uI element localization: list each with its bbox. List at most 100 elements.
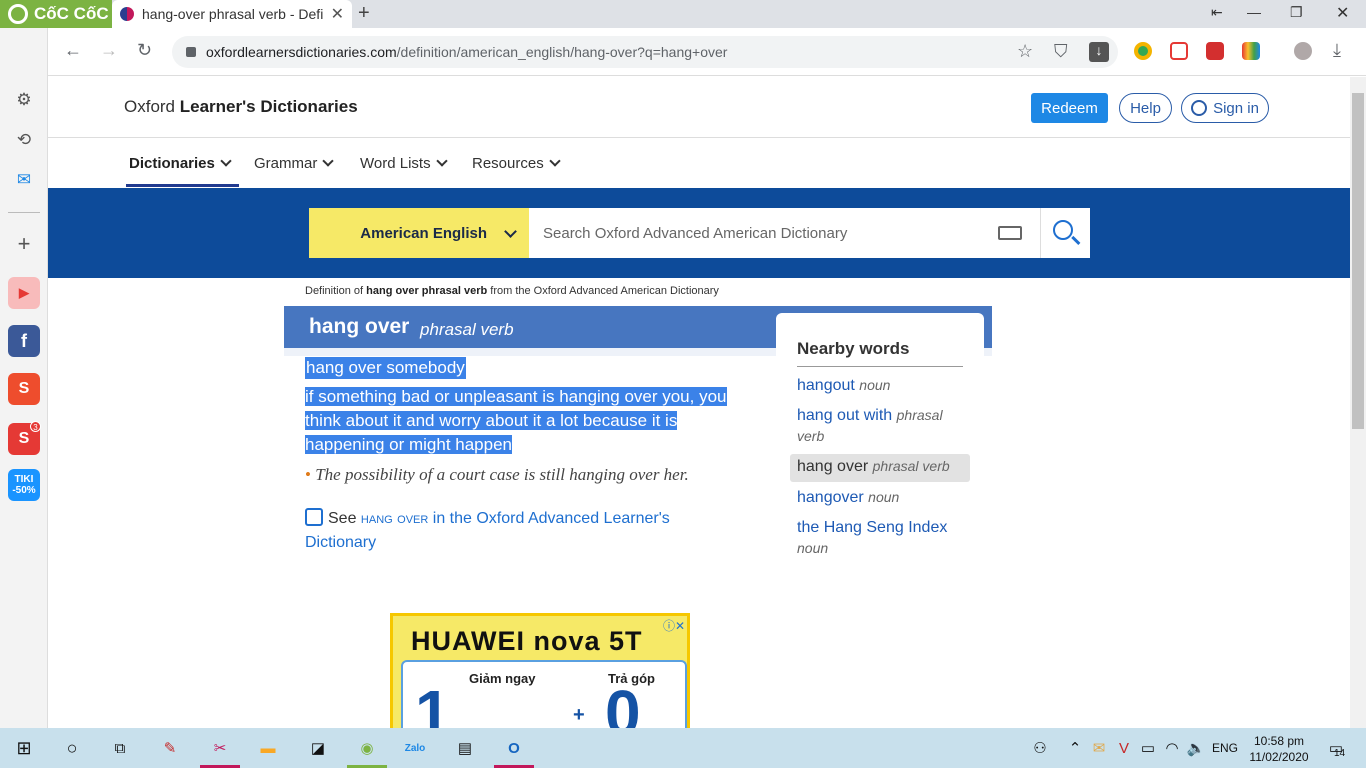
search-input[interactable]: Search Oxford Advanced American Dictiona… — [529, 208, 1040, 258]
search-button[interactable] — [1040, 208, 1090, 258]
redeem-button[interactable]: Redeem — [1031, 93, 1108, 123]
outlook-icon[interactable]: O — [502, 736, 526, 760]
search-icon — [1053, 220, 1073, 240]
browser-brand: CốC CốC — [34, 4, 109, 23]
close-tab-icon[interactable]: ✕ — [331, 4, 344, 24]
clock-date: 11/02/2020 — [1249, 750, 1309, 764]
def-source-word: hang over phrasal verb — [366, 285, 488, 297]
nav-word-lists[interactable]: Word Lists — [360, 155, 446, 172]
definition-line: if something bad or unpleasant is hangin… — [305, 387, 727, 406]
nearby-word-pos: noun — [797, 540, 829, 556]
url-path: /definition/american_english/hang-over?q… — [396, 44, 728, 60]
people-icon[interactable]: ⚇ — [1028, 736, 1052, 760]
nav-dictionaries[interactable]: Dictionaries — [129, 155, 230, 172]
coccoc-taskbar-icon[interactable]: ◉ — [355, 736, 379, 760]
input-language[interactable]: ENG — [1212, 741, 1238, 755]
ad-close-icon[interactable]: ⓘ✕ — [663, 617, 685, 634]
dictionary-selector-label: American English — [360, 224, 487, 242]
zalo-icon[interactable]: Zalo — [403, 736, 427, 760]
download-page-icon[interactable]: ↓ — [1089, 42, 1109, 62]
nearby-word-pos: noun — [859, 377, 891, 393]
web-page: Oxford Learner's Dictionaries Redeem Hel… — [48, 77, 1350, 728]
site-brand[interactable]: Oxford Learner's Dictionaries — [124, 97, 358, 117]
dictionary-selector[interactable]: American English — [309, 208, 529, 258]
ad-big-right: 0 — [605, 677, 641, 728]
scrollbar-thumb[interactable] — [1352, 93, 1364, 429]
messenger-icon[interactable]: ✉ — [12, 168, 36, 192]
file-explorer-icon[interactable]: ▬ — [256, 736, 280, 760]
coccoc-logo[interactable]: CốC CốC — [0, 0, 112, 28]
chevron-down-icon — [504, 225, 517, 238]
facebook-icon[interactable]: f — [8, 325, 40, 357]
ad-left-label: Giảm ngay — [469, 671, 536, 686]
nearby-word-pos: phrasal verb — [872, 458, 950, 474]
youtube-icon[interactable]: ▶ — [8, 277, 40, 309]
profile-avatar[interactable] — [1294, 42, 1312, 60]
windows-start-icon[interactable]: ⊞ — [12, 736, 36, 760]
reload-icon[interactable]: ↻ — [137, 40, 152, 61]
close-window-icon[interactable]: ✕ — [1336, 3, 1349, 23]
bookmark-star-icon[interactable]: ☆ — [1017, 41, 1033, 62]
nearby-word-item[interactable]: hang out with phrasal verb — [797, 405, 967, 447]
notifications-count: 14 — [1334, 748, 1346, 759]
search-circle-icon[interactable]: ○ — [60, 736, 84, 760]
snipping-app-icon[interactable]: ✂ — [208, 736, 232, 760]
page-scrollbar[interactable] — [1350, 77, 1366, 728]
shopee-icon[interactable]: S — [8, 373, 40, 405]
task-view-icon[interactable]: ⧉ — [108, 736, 132, 760]
sendo-badge: 3 — [30, 421, 41, 432]
maximize-icon[interactable]: ❐ — [1290, 4, 1303, 21]
nearby-words-title: Nearby words — [797, 339, 910, 358]
nearby-word-item[interactable]: the Hang Seng Index noun — [797, 517, 967, 559]
nav-active-indicator — [126, 184, 239, 187]
keyboard-icon[interactable] — [998, 226, 1022, 240]
minimize-icon[interactable]: — — [1247, 4, 1261, 20]
ad-brand: HUAWEI nova 5T — [411, 626, 643, 656]
address-bar[interactable]: oxfordlearnersdictionaries.com/definitio… — [172, 36, 1118, 68]
nav-resources[interactable]: Resources — [472, 155, 559, 172]
nearby-word-item[interactable]: hangout noun — [797, 377, 890, 395]
headword: hang over — [309, 315, 410, 338]
vietkey-icon[interactable]: V — [1112, 736, 1136, 760]
search-icon-handle — [1071, 235, 1081, 245]
example-bullet: • — [305, 465, 316, 484]
nav-grammar[interactable]: Grammar — [254, 155, 332, 172]
see-word-link[interactable]: hang over — [361, 510, 428, 527]
help-button[interactable]: Help — [1119, 93, 1172, 123]
extension-chrome-icon[interactable] — [1134, 42, 1152, 60]
nearby-word-item[interactable]: hangover noun — [797, 489, 899, 507]
back-icon[interactable]: ← — [64, 40, 82, 61]
new-tab-icon[interactable]: + — [358, 2, 370, 25]
url-host: oxfordlearnersdictionaries.com — [206, 44, 397, 60]
nearby-word: the Hang Seng Index — [797, 519, 948, 536]
forward-icon[interactable]: → — [100, 40, 118, 61]
nearby-word-item-current[interactable]: hang over phrasal verb — [797, 458, 950, 476]
sticky-notes-icon[interactable]: ◪ — [306, 736, 330, 760]
tab-title: hang-over phrasal verb - Defi — [142, 6, 323, 22]
see-also[interactable]: See hang over in the Oxford Advanced Lea… — [305, 507, 725, 555]
extension-color-icon[interactable] — [1242, 42, 1260, 60]
add-icon[interactable]: + — [12, 231, 36, 256]
volume-icon[interactable]: 🔈 — [1184, 736, 1208, 760]
mail-tray-icon[interactable]: ✉ — [1087, 736, 1111, 760]
tray-chevron-icon[interactable]: ⌃ — [1063, 736, 1087, 760]
wifi-icon[interactable]: ◠ — [1160, 736, 1184, 760]
app-icon[interactable]: ▤ — [453, 736, 477, 760]
extension-adblock-icon[interactable] — [1170, 42, 1188, 60]
lock-icon — [186, 47, 196, 57]
advertisement[interactable]: HUAWEI nova 5T ⓘ✕ Giảm ngay Trả góp 1 + … — [390, 613, 690, 728]
history-icon[interactable]: ⟲ — [12, 128, 36, 152]
shield-icon[interactable]: ⛉ — [1054, 41, 1068, 62]
tiki-icon[interactable]: TIKI -50% — [8, 469, 40, 501]
sign-in-button[interactable]: Sign in — [1181, 93, 1269, 123]
browser-tab[interactable]: hang-over phrasal verb - Defi ✕ — [112, 0, 352, 28]
settings-icon[interactable]: ⚙ — [12, 88, 36, 112]
downloads-icon[interactable]: ⤓ — [1333, 40, 1341, 61]
battery-icon[interactable]: ▭ — [1136, 736, 1160, 760]
extension-red-icon[interactable] — [1206, 42, 1224, 60]
restore-tabs-icon[interactable]: ⇤ — [1211, 4, 1223, 21]
paint-app-icon[interactable]: ✎ — [158, 736, 182, 760]
definition-source: Definition of hang over phrasal verb fro… — [305, 285, 719, 297]
clock[interactable]: 10:58 pm 11/02/2020 — [1249, 733, 1309, 765]
ad-plus: + — [573, 704, 585, 726]
